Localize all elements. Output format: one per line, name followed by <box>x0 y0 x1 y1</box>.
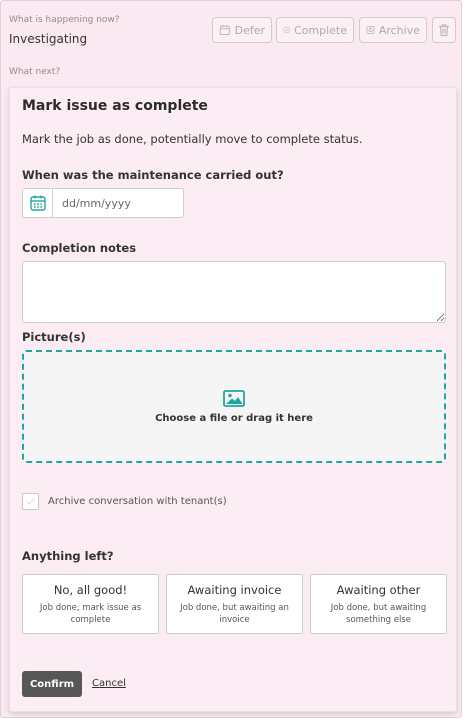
option-title: Awaiting invoice <box>187 583 282 597</box>
defer-button[interactable]: Defer <box>212 17 272 43</box>
check-icon <box>26 498 35 506</box>
date-question: When was the maintenance carried out? <box>22 168 284 182</box>
issue-card: What is happening now? Investigating Def… <box>0 0 462 718</box>
option-subtitle: Job done, mark issue as complete <box>39 603 142 625</box>
dropzone-text: Choose a file or drag it here <box>155 412 313 424</box>
calendar-icon <box>219 25 230 36</box>
archive-box-icon <box>366 26 375 34</box>
archive-conversation-row: Archive conversation with tenant(s) <box>22 493 227 510</box>
date-input[interactable] <box>53 189 173 217</box>
option-subtitle: Job done, but awaiting an invoice <box>180 603 289 625</box>
option-all-good[interactable]: No, all good! Job done, mark issue as co… <box>22 574 159 634</box>
option-title: Awaiting other <box>336 583 421 597</box>
archive-label: Archive <box>378 23 420 37</box>
option-subtitle: Job done, but awaiting something else <box>330 603 427 625</box>
defer-label: Defer <box>234 23 265 37</box>
option-awaiting-invoice[interactable]: Awaiting invoice Job done, but awaiting … <box>166 574 303 634</box>
next-label: What next? <box>9 67 61 77</box>
confirm-button[interactable]: Confirm <box>22 671 82 697</box>
archive-conversation-label: Archive conversation with tenant(s) <box>48 496 227 507</box>
date-field <box>22 188 184 218</box>
panel-title: Mark issue as complete <box>22 98 208 114</box>
option-awaiting-other[interactable]: Awaiting other Job done, but awaiting so… <box>310 574 447 634</box>
completion-notes-textarea[interactable] <box>22 261 446 323</box>
completion-notes-label: Completion notes <box>22 241 137 255</box>
date-picker-button[interactable] <box>23 189 53 217</box>
image-icon <box>223 389 245 407</box>
panel-description: Mark the job as done, potentially move t… <box>22 132 363 146</box>
anything-left-label: Anything left? <box>22 549 114 563</box>
option-title: No, all good! <box>53 583 128 597</box>
picture-dropzone[interactable]: Choose a file or drag it here <box>22 350 446 463</box>
status-value: Investigating <box>9 32 88 46</box>
calendar-icon <box>29 195 46 211</box>
complete-button[interactable]: Complete <box>276 17 354 43</box>
pictures-label: Picture(s) <box>22 330 86 344</box>
complete-label: Complete <box>293 23 347 37</box>
trash-icon <box>439 24 449 37</box>
archive-conversation-checkbox[interactable] <box>22 493 39 510</box>
check-circle-icon <box>283 26 290 34</box>
delete-button[interactable] <box>432 17 456 43</box>
status-label: What is happening now? <box>9 15 120 25</box>
archive-button[interactable]: Archive <box>359 17 427 43</box>
complete-issue-panel: Mark issue as complete Mark the job as d… <box>9 87 457 712</box>
cancel-link[interactable]: Cancel <box>92 678 126 689</box>
